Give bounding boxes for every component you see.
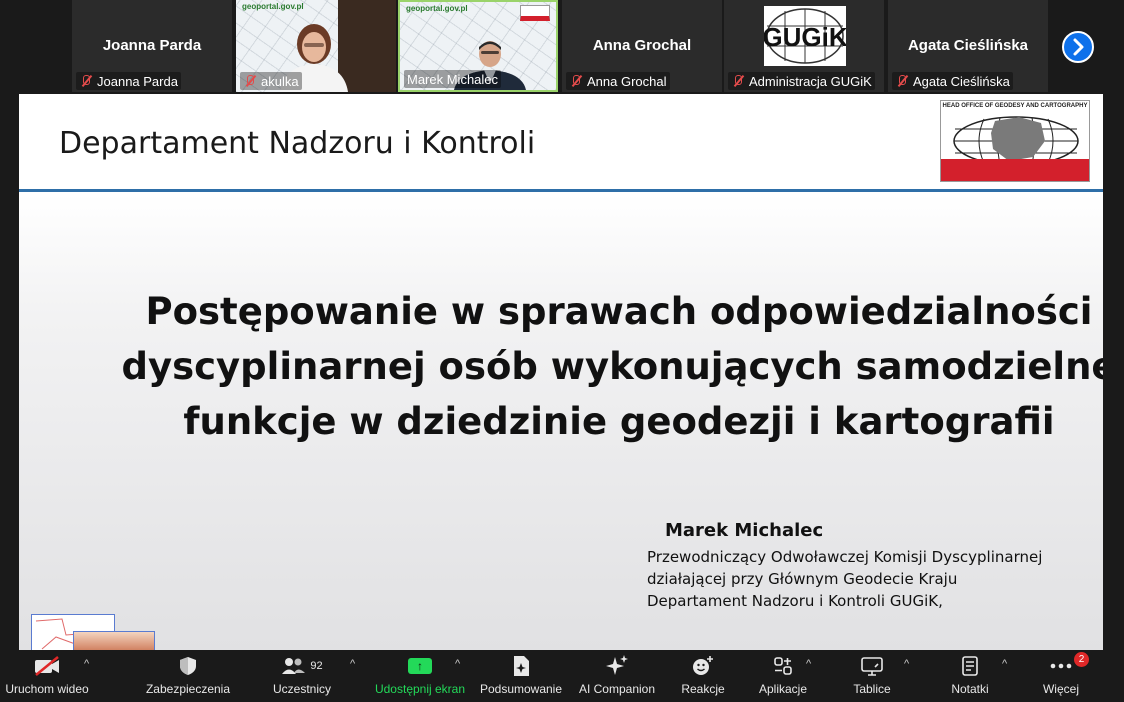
presenter-desc-line: Departament Nadzoru i Kontroli GUGiK, — [647, 592, 943, 610]
participant-tile-anna-grochal[interactable]: Anna Grochal Anna Grochal — [562, 0, 722, 92]
apps-icon — [772, 650, 794, 682]
participant-display-name: Joanna Parda — [102, 37, 202, 54]
more-dots-icon — [1049, 650, 1073, 682]
more-label: Więcej — [1042, 682, 1079, 696]
next-participants-button[interactable] — [1062, 31, 1094, 63]
mic-muted-icon — [895, 74, 909, 88]
header-divider — [19, 189, 1103, 192]
meeting-toolbar: Uruchom wideo ^ Zabezpieczenia 92 Uczest… — [0, 650, 1124, 702]
more-notification-badge: 2 — [1074, 652, 1089, 667]
participant-name-bar: Administracja GUGiK — [728, 72, 875, 90]
globe-grid-icon: GUGiK — [762, 8, 848, 64]
participant-label: Administracja GUGiK — [749, 73, 872, 89]
presenter-desc-line: działającej przy Głównym Geodecie Kraju — [647, 570, 958, 588]
mic-muted-icon — [569, 74, 583, 88]
participant-strip: Joanna Parda Joanna Parda geoportal.gov.… — [0, 0, 1124, 94]
ai-companion-label: AI Companion — [578, 682, 656, 696]
participant-display-name: Agata Cieślińska — [907, 37, 1029, 54]
presenter-desc-line: Przewodniczący Odwoławczej Komisji Dyscy… — [647, 548, 1043, 566]
logo-caption: HEAD OFFICE OF GEODESY AND CARTOGRAPHY — [942, 103, 1088, 109]
mic-muted-icon — [79, 74, 93, 88]
zoom-meeting-window: Joanna Parda Joanna Parda geoportal.gov.… — [0, 0, 1124, 702]
video-options-caret-icon[interactable]: ^ — [84, 658, 89, 670]
shared-screen-slide: Departament Nadzoru i Kontroli HEAD OFFI… — [19, 94, 1103, 650]
share-screen-label: Udostępnij ekran — [374, 682, 466, 696]
gugik-logo: GUGiK — [762, 6, 848, 66]
participants-count: 92 — [310, 660, 323, 672]
participant-label: Marek Michalec — [407, 71, 499, 87]
start-video-button[interactable]: Uruchom wideo — [4, 650, 90, 702]
security-button[interactable]: Zabezpieczenia — [145, 650, 231, 702]
participant-tile-akulka[interactable]: geoportal.gov.pl akulka — [236, 0, 396, 92]
gugik-logo-text: GUGiK — [764, 22, 846, 52]
slide-photo-thumbnail — [73, 631, 155, 650]
sparkle-icon — [605, 650, 629, 682]
participant-tile-joanna-parda[interactable]: Joanna Parda Joanna Parda — [72, 0, 232, 92]
mic-muted-icon — [243, 74, 257, 88]
security-label: Zabezpieczenia — [145, 682, 231, 696]
notes-options-caret-icon[interactable]: ^ — [1002, 658, 1007, 670]
mic-muted-icon — [731, 74, 745, 88]
summary-label: Podsumowanie — [479, 682, 563, 696]
participant-tile-administracja-gugik[interactable]: GUGiK Administracja GUGiK — [724, 0, 884, 92]
slide-header-title: Departament Nadzoru i Kontroli — [59, 126, 536, 161]
gugik-slide-logo: HEAD OFFICE OF GEODESY AND CARTOGRAPHY — [940, 100, 1090, 182]
participant-name-bar: Anna Grochal — [566, 72, 670, 90]
participant-label: Anna Grochal — [587, 73, 667, 89]
whiteboard-icon — [860, 650, 884, 682]
notes-icon — [960, 650, 980, 682]
shield-icon — [177, 650, 199, 682]
main-title-line: Postępowanie w sprawach odpowiedzialnośc… — [145, 290, 1093, 333]
share-screen-icon: ↑ — [408, 658, 432, 674]
apps-label: Aplikacje — [758, 682, 808, 696]
main-title-line: dyscyplinarnej osób wykonujących samodzi… — [121, 345, 1103, 388]
notes-button[interactable]: Notatki — [946, 650, 994, 702]
participants-button[interactable]: 92 Uczestnicy — [270, 650, 334, 702]
summary-button[interactable]: Podsumowanie — [478, 650, 564, 702]
whiteboards-options-caret-icon[interactable]: ^ — [904, 658, 909, 670]
summary-icon — [511, 650, 531, 682]
reactions-label: Reakcje — [681, 682, 725, 696]
slide-header: Departament Nadzoru i Kontroli HEAD OFFI… — [19, 94, 1103, 190]
presenter-name: Marek Michalec — [665, 520, 824, 541]
share-icon-wrap: ↑ — [408, 650, 432, 682]
participant-display-name: Anna Grochal — [592, 37, 692, 54]
chevron-right-icon — [1073, 38, 1084, 56]
participant-name-bar: Joanna Parda — [76, 72, 181, 90]
start-video-label: Uruchom wideo — [5, 682, 89, 696]
smiley-plus-icon — [691, 650, 715, 682]
participant-name-bar: Marek Michalec — [404, 70, 502, 88]
slide-main-title: Postępowanie w sprawach odpowiedzialnośc… — [79, 284, 1103, 449]
geoportal-logo: geoportal.gov.pl — [242, 2, 304, 11]
participant-name-bar: Agata Cieślińska — [892, 72, 1013, 90]
participants-options-caret-icon[interactable]: ^ — [350, 658, 355, 670]
geoportal-logo: geoportal.gov.pl — [406, 4, 468, 13]
participants-label: Uczestnicy — [272, 682, 331, 696]
share-screen-button[interactable]: ↑ Udostępnij ekran — [372, 650, 468, 702]
notes-label: Notatki — [951, 682, 989, 696]
participants-icon: 92 — [281, 650, 323, 682]
participant-name-bar: akulka — [240, 72, 302, 90]
participant-label: Joanna Parda — [97, 73, 178, 89]
presenter-description: Przewodniczący Odwoławczej Komisji Dyscy… — [647, 546, 1042, 612]
participant-tile-agata-cieslinska[interactable]: Agata Cieślińska Agata Cieślińska — [888, 0, 1048, 92]
reactions-button[interactable]: Reakcje — [678, 650, 728, 702]
gugik-logo-mini — [520, 5, 550, 21]
main-title-line: funkcje w dziedzinie geodezji i kartogra… — [183, 400, 1055, 443]
participant-label: Agata Cieślińska — [913, 73, 1010, 89]
video-off-icon — [32, 650, 62, 682]
whiteboards-label: Tablice — [853, 682, 891, 696]
participant-label: akulka — [261, 73, 299, 89]
share-options-caret-icon[interactable]: ^ — [455, 658, 460, 670]
apps-options-caret-icon[interactable]: ^ — [806, 658, 811, 670]
participant-tile-marek-michalec[interactable]: geoportal.gov.pl Marek Michalec — [398, 0, 558, 92]
logo-red-band — [941, 159, 1089, 181]
whiteboards-button[interactable]: Tablice — [848, 650, 896, 702]
ai-companion-button[interactable]: AI Companion — [576, 650, 658, 702]
apps-button[interactable]: Aplikacje — [752, 650, 814, 702]
